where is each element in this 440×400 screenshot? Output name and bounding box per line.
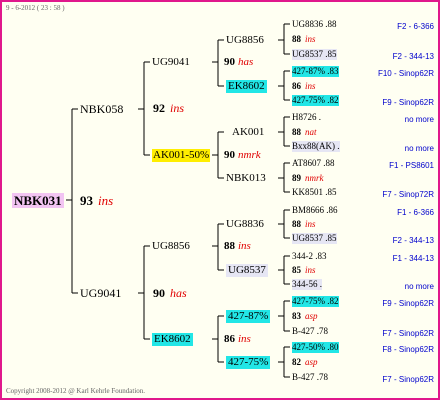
g4-name: 427-75% .82 [292, 95, 339, 106]
g4-origin: F9 - Sinop62R [382, 299, 434, 308]
g4-name: UG8537 .85 [292, 49, 337, 60]
ssd-tag: ins [305, 81, 316, 91]
g4-origin: F1 - 344-13 [392, 254, 434, 263]
dsd-num: 85 [292, 265, 301, 275]
g4-name: Bxx88(AK) . [292, 141, 340, 152]
ssd-num: 86 [292, 81, 301, 91]
g4-origin: no more [404, 282, 434, 291]
g4-origin: F2 - 344-13 [392, 52, 434, 61]
g4-origin: F9 - Sinop62R [382, 98, 434, 107]
date-stamp: 9 - 6-2012 ( 23 : 58 ) [6, 4, 65, 12]
g4-name: 427-75% .82 [292, 296, 339, 307]
dam-name: UG9041 [80, 286, 122, 300]
dss-num: 88 [292, 219, 301, 229]
sdd-name: NBK013 [226, 172, 266, 184]
dam-num: 90 [153, 286, 165, 300]
sds-name: AK001 [232, 126, 265, 138]
sds-num: 88 [292, 127, 301, 137]
g4-origin: F8 - Sinop62R [382, 345, 434, 354]
g4-origin: F7 - Sinop62R [382, 375, 434, 384]
copyright-footer: Copyright 2008-2012 @ Karl Kehrle Founda… [6, 387, 146, 395]
pedigree-frame: 9 - 6-2012 ( 23 : 58 ) NBK031 93 ins NBK… [0, 0, 440, 400]
dss-name: UG8836 [226, 218, 264, 230]
root-tag: ins [98, 193, 114, 208]
sdd-num: 89 [292, 173, 301, 183]
g4-origin: F7 - Sinop62R [382, 329, 434, 338]
ds-name: UG8856 [152, 240, 190, 252]
ss-name: UG9041 [152, 56, 190, 68]
g4-name: AT8607 .88 [292, 158, 335, 168]
ss-tag: has [238, 56, 254, 68]
ddd-tag: asp [305, 357, 318, 367]
root-num: 93 [80, 193, 93, 208]
sss-name: UG8856 [226, 34, 264, 46]
dds-name: 427-87% [226, 310, 271, 323]
g4-origin: F2 - 344-13 [392, 236, 434, 245]
sd-name: AK001-50% [152, 149, 211, 162]
g4-name: 427-50% .80 [292, 342, 339, 353]
ds-tag: ins [238, 240, 251, 252]
dds-tag: asp [305, 311, 318, 321]
sss-num: 88 [292, 34, 301, 44]
ddd-num: 82 [292, 357, 301, 367]
g4-name: 427-87% .83 [292, 66, 339, 77]
g4-origin: F2 - 6-366 [397, 22, 434, 31]
sire-num: 92 [153, 101, 165, 115]
g4-name: KK8501 .85 [292, 187, 337, 197]
root-name: NBK031 [12, 193, 64, 208]
pedigree-lines [66, 23, 290, 378]
dsd-name: UG8537 [226, 264, 268, 277]
g4-name: UG8836 .88 [292, 19, 337, 29]
sd-tag: nmrk [238, 149, 261, 161]
sire-name: NBK058 [80, 102, 124, 116]
g4-name: B-427 .78 [292, 372, 328, 382]
g4-origin: F7 - Sinop72R [382, 190, 434, 199]
dd-tag: ins [238, 333, 251, 345]
g4-name: UG8537 .85 [292, 233, 337, 244]
dds-num: 83 [292, 311, 301, 321]
dss-tag: ins [305, 219, 316, 229]
g4-name: BM8666 .86 [292, 205, 338, 215]
g4-name: 344-2 .83 [292, 251, 327, 261]
ss-num: 90 [224, 56, 235, 68]
sss-tag: ins [305, 34, 316, 44]
g4-name: H8726 . [292, 112, 321, 122]
g4-origin: no more [404, 115, 434, 124]
dd-num: 86 [224, 333, 235, 345]
g4-origin: no more [404, 144, 434, 153]
ds-num: 88 [224, 240, 235, 252]
dam-tag: has [170, 286, 187, 300]
g4-origin: F1 - PS8601 [389, 161, 434, 170]
ddd-name: 427-75% [226, 356, 271, 369]
g4-origin: F10 - Sinop62R [377, 69, 434, 78]
sd-num: 90 [224, 149, 235, 161]
sds-tag: nat [305, 127, 317, 137]
dd-name: EK8602 [152, 333, 193, 346]
g4-name: B-427 .78 [292, 326, 328, 336]
g4-name: 344-56 . [292, 279, 322, 290]
sire-tag: ins [170, 101, 185, 115]
g4-origin: F1 - 6-366 [397, 208, 434, 217]
dsd-tag: ins [305, 265, 316, 275]
ssd-name: EK8602 [226, 80, 267, 93]
sdd-tag: nmrk [305, 173, 324, 183]
